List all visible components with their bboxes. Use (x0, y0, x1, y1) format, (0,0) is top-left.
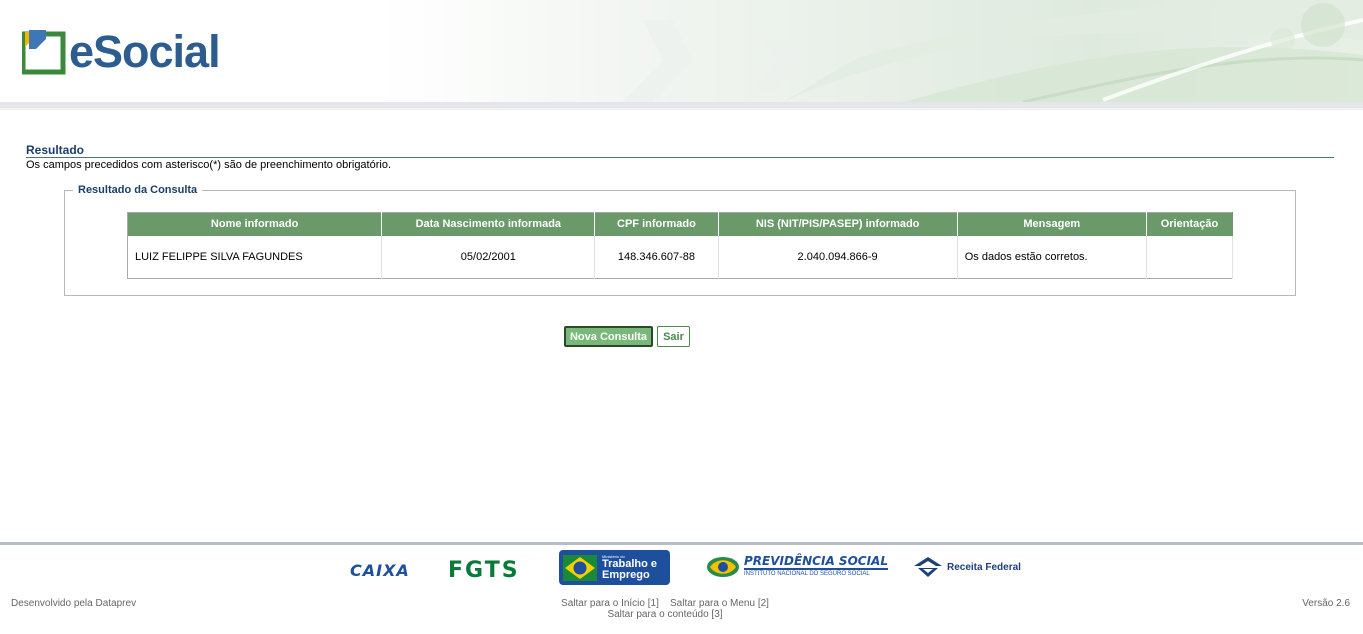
previdencia-subtitle: INSTITUTO NACIONAL DO SEGURO SOCIAL (744, 571, 870, 577)
cell-data-nascimento: 05/02/2001 (381, 235, 596, 279)
fgts-logo-text: FGTS (448, 558, 520, 583)
required-fields-note: Os campos precedidos com asterisco(*) sã… (26, 159, 392, 171)
esocial-logo-icon (22, 30, 66, 75)
cell-nis: 2.040.094.866-9 (718, 235, 958, 279)
receita-federal-logo[interactable]: Receita Federal (912, 556, 1021, 578)
column-header-nis: NIS (NIT/PIS/PASEP) informado (718, 212, 958, 236)
page-header: eSocial (0, 0, 1363, 118)
column-header-orientacao: Orientação (1146, 212, 1234, 236)
cell-mensagem: Os dados estão corretos. (957, 235, 1147, 279)
previdencia-text: PREVIDÊNCIA SOCIAL INSTITUTO NACIONAL DO… (744, 554, 888, 579)
brazil-flag-icon (563, 554, 597, 581)
skip-to-content-link[interactable]: Saltar para o conteúdo [3] (607, 609, 722, 620)
page-title: Resultado (26, 143, 85, 157)
caixa-logo[interactable]: CAIXA (350, 561, 410, 580)
previdencia-title: PREVIDÊNCIA SOCIAL (744, 554, 888, 570)
previdencia-logo[interactable]: PREVIDÊNCIA SOCIAL INSTITUTO NACIONAL DO… (706, 554, 888, 579)
partner-logos: CAIXA FGTS Ministério do Trabalho e Empr… (0, 548, 1363, 588)
result-legend: Resultado da Consulta (78, 184, 198, 196)
result-table: Nome informado Data Nascimento informada… (127, 212, 1234, 279)
esocial-logo[interactable]: eSocial (22, 26, 221, 78)
footer-divider (0, 542, 1363, 545)
exit-button[interactable]: Sair (657, 326, 690, 347)
skip-to-menu-link[interactable]: Saltar para o Menu [2] (670, 598, 769, 609)
accessibility-links: Saltar para o Início [1] Saltar para o M… (0, 598, 1330, 620)
logo-text: eSocial (69, 26, 221, 77)
column-header-mensagem: Mensagem (957, 212, 1147, 236)
column-header-cpf: CPF informado (594, 212, 719, 236)
cell-orientacao (1146, 235, 1234, 279)
mte-label-2: Emprego (602, 569, 650, 581)
table-header-row: Nome informado Data Nascimento informada… (127, 212, 1234, 236)
mte-logo[interactable]: Ministério do Trabalho e Emprego (559, 550, 670, 585)
header-decoration (623, 0, 1363, 102)
column-header-nome: Nome informado (127, 212, 383, 236)
cell-nome: LUIZ FELIPPE SILVA FAGUNDES (127, 235, 383, 279)
version-label: Versão 2.6 (1302, 598, 1350, 609)
fgts-logo[interactable]: FGTS (448, 558, 520, 583)
previdencia-emblem-icon (707, 556, 739, 577)
header-divider-light (0, 108, 1363, 110)
receita-federal-emblem-icon (914, 557, 942, 577)
table-row: LUIZ FELIPPE SILVA FAGUNDES 05/02/2001 1… (127, 235, 1234, 279)
mte-logo-text: Ministério do Trabalho e Emprego (602, 554, 657, 581)
cell-cpf: 148.346.607-88 (594, 235, 719, 279)
column-header-data-nascimento: Data Nascimento informada (381, 212, 596, 236)
title-divider (26, 157, 1334, 158)
new-query-button[interactable]: Nova Consulta (564, 326, 653, 347)
receita-federal-label: Receita Federal (947, 561, 1021, 573)
skip-to-start-link[interactable]: Saltar para o Início [1] (561, 598, 659, 609)
